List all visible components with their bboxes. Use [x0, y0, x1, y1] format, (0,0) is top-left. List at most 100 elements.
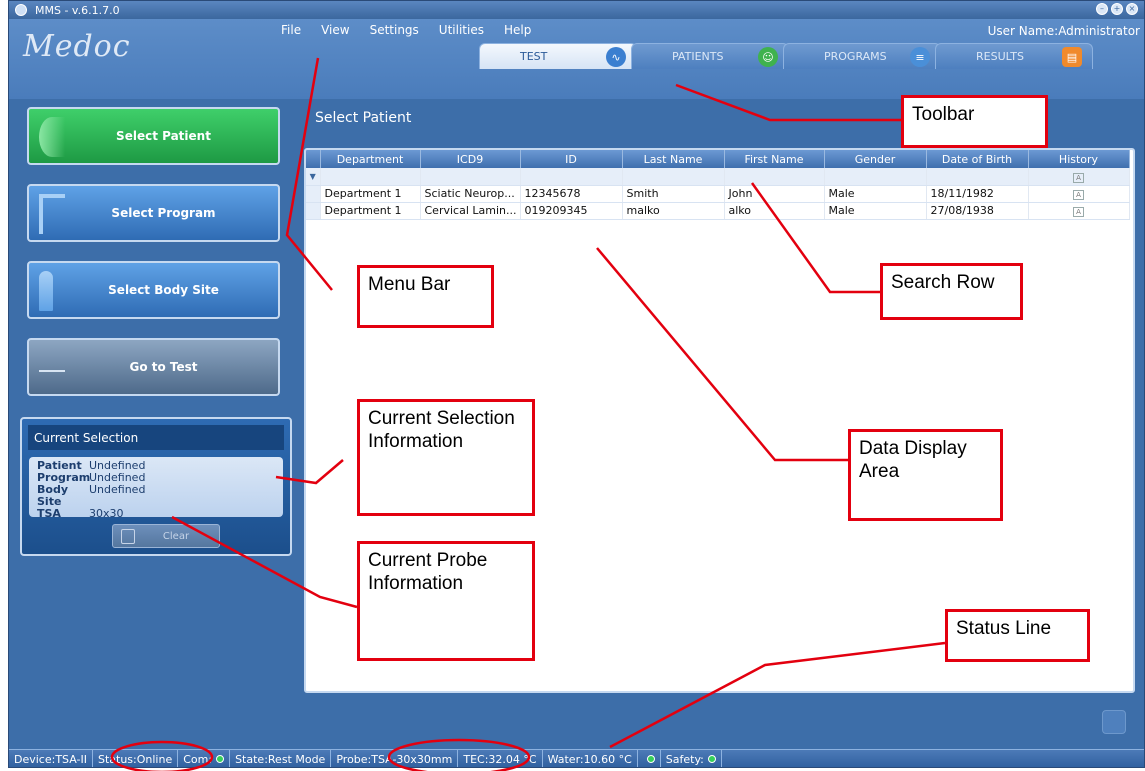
current-selection-panel: Current Selection Patient Undefined Prog… [20, 417, 292, 556]
history-icon: A [1073, 172, 1084, 183]
menu-file[interactable]: File [281, 23, 301, 37]
tab-programs[interactable]: PROGRAMS ≡ [783, 43, 941, 69]
column-header[interactable]: History [1028, 150, 1130, 168]
table-cell: John [724, 185, 825, 203]
app-icon [15, 4, 27, 16]
minimize-icon[interactable]: – [1096, 3, 1108, 15]
selection-row: Program Undefined [37, 472, 275, 484]
column-header[interactable]: Date of Birth [926, 150, 1029, 168]
title-bar: MMS - v.6.1.7.0 – + × [9, 1, 1144, 19]
column-header[interactable]: First Name [724, 150, 825, 168]
status-probe: Probe:TSA-30x30mm [331, 750, 459, 767]
window-controls: – + × [1096, 3, 1138, 15]
logo: Medoc [23, 29, 131, 64]
status-line: Device:TSA-II Status:Online Com: State:R… [9, 749, 1144, 767]
row-gutter [306, 202, 321, 220]
table-cell: 019209345 [520, 202, 623, 220]
search-cell[interactable] [320, 168, 421, 186]
table-cell: A [1028, 185, 1130, 203]
menu-help[interactable]: Help [504, 23, 531, 37]
program-steps-icon [39, 194, 65, 234]
tab-patients-label: PATIENTS [672, 50, 724, 63]
menu-bar: File View Settings Utilities Help [281, 23, 531, 37]
menu-view[interactable]: View [321, 23, 349, 37]
header: Medoc File View Settings Utilities Help … [9, 19, 1144, 99]
current-selection-callout: Current Selection Information [357, 399, 535, 516]
tab-programs-label: PROGRAMS [824, 50, 887, 63]
selection-value: 30x30 [89, 507, 124, 520]
pulse-icon [39, 348, 65, 372]
menu-settings[interactable]: Settings [370, 23, 419, 37]
tab-test[interactable]: TEST ∿ [479, 43, 637, 69]
column-header[interactable]: ID [520, 150, 623, 168]
menu-bar-callout: Menu Bar [357, 265, 494, 328]
current-probe-callout: Current Probe Information [357, 541, 535, 661]
search-cell[interactable]: A [1028, 168, 1130, 186]
maximize-icon[interactable]: + [1111, 3, 1123, 15]
status-water: Water:10.60 °C [543, 750, 638, 767]
search-cell[interactable] [622, 168, 725, 186]
search-cell[interactable] [926, 168, 1029, 186]
user-name-value: Administrator [1058, 24, 1140, 38]
table-cell: Male [824, 185, 927, 203]
table-header: Department ICD9 ID Last Name First Name … [306, 150, 1130, 168]
go-to-test-button[interactable]: Go to Test [27, 338, 280, 396]
table-cell: Smith [622, 185, 725, 203]
table-cell: Male [824, 202, 927, 220]
status-safety: Safety: [661, 750, 722, 767]
water-led-icon [646, 755, 655, 763]
selection-key: TSA [37, 507, 61, 520]
column-header[interactable]: Department [320, 150, 421, 168]
body-icon [39, 271, 53, 311]
select-patient-label: Select Patient [116, 129, 211, 143]
table-row[interactable]: Department 1 Sciatic Neurop... 12345678 … [306, 185, 1130, 203]
table-row[interactable]: Department 1 Cervical Lamin... 019209345… [306, 202, 1130, 220]
search-cell[interactable] [420, 168, 521, 186]
status-com: Com: [178, 750, 231, 767]
current-selection-title: Current Selection [28, 425, 284, 450]
close-icon[interactable]: × [1126, 3, 1138, 15]
table-cell: Cervical Lamin... [420, 202, 521, 220]
menu-utilities[interactable]: Utilities [439, 23, 484, 37]
tab-results[interactable]: RESULTS ▤ [935, 43, 1093, 69]
table-cell: Department 1 [320, 202, 421, 220]
column-header[interactable]: Gender [824, 150, 927, 168]
table-cell: 27/08/1938 [926, 202, 1029, 220]
history-icon[interactable]: A [1073, 207, 1084, 217]
clear-button[interactable]: Clear [112, 524, 220, 548]
status-safety-label: Safety: [665, 752, 704, 766]
column-header[interactable]: ICD9 [420, 150, 521, 168]
selection-row: Body Site Undefined [37, 484, 275, 508]
current-selection-info: Patient Undefined Program Undefined Body… [29, 457, 283, 520]
search-cell[interactable] [824, 168, 927, 186]
search-cell[interactable] [724, 168, 825, 186]
select-patient-button[interactable]: Select Patient [27, 107, 280, 165]
page-title: Select Patient [315, 110, 412, 126]
history-icon[interactable]: A [1073, 190, 1084, 200]
waveform-icon: ∿ [606, 47, 626, 67]
select-program-button[interactable]: Select Program [27, 184, 280, 242]
patient-silhouette-icon [39, 117, 65, 157]
tab-test-label: TEST [520, 50, 548, 63]
search-cell[interactable] [520, 168, 623, 186]
toolbar-tabs: TEST ∿ PATIENTS ☺ PROGRAMS ≡ RESULTS ▤ [479, 43, 1093, 69]
user-name-label: User Name: [987, 24, 1059, 38]
patients-table: Department ICD9 ID Last Name First Name … [306, 150, 1130, 220]
clear-label: Clear [162, 530, 190, 542]
table-cell: Department 1 [320, 185, 421, 203]
user-name: User Name:Administrator [988, 24, 1140, 38]
status-line-callout: Status Line [945, 609, 1090, 662]
column-header[interactable]: Last Name [622, 150, 725, 168]
column-header-gutter [306, 150, 321, 168]
status-com-label: Com: [183, 752, 213, 766]
row-gutter [306, 185, 321, 203]
data-display-callout: Data Display Area [848, 429, 1003, 521]
select-body-site-button[interactable]: Select Body Site [27, 261, 280, 319]
table-cell: alko [724, 202, 825, 220]
safety-led-icon [707, 755, 716, 763]
probe-row: TSA 30x30 [37, 508, 275, 520]
tab-patients[interactable]: PATIENTS ☺ [631, 43, 789, 69]
status-device: Device:TSA-II [9, 750, 93, 767]
keyboard-icon[interactable] [1102, 710, 1126, 734]
search-row[interactable]: ▼ A [306, 168, 1130, 186]
